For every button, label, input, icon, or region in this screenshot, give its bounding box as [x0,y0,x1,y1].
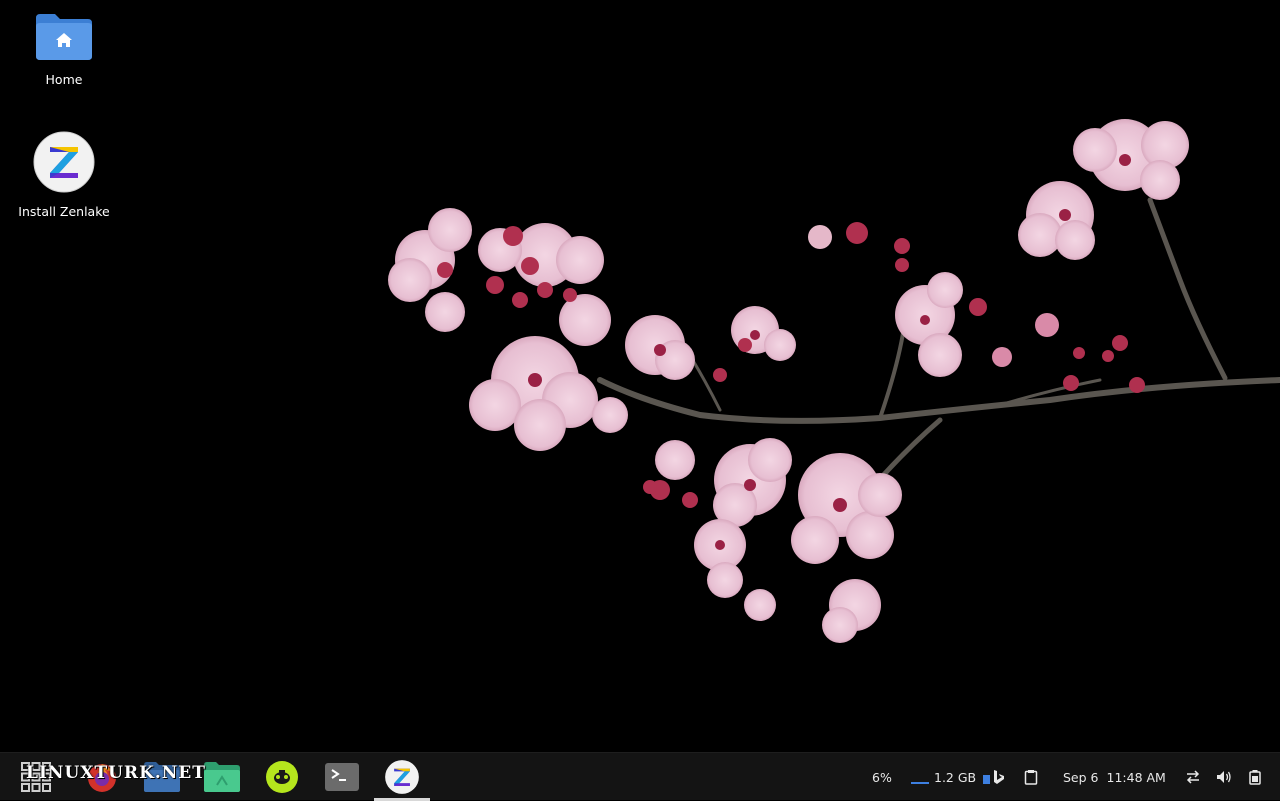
memory-usage-indicator[interactable]: 1.2 GB [910,753,991,801]
terminal-icon [325,763,359,791]
zenlake-logo-icon [385,760,419,794]
battery-icon [1249,770,1261,785]
zenlake-logo-icon [33,131,95,193]
green-folder-icon [204,762,240,792]
network-indicator[interactable] [1185,753,1201,801]
volume-indicator[interactable] [1216,753,1232,801]
memory-bar-icon [983,775,991,784]
clock[interactable]: Sep 6 11:48 AM [1063,753,1166,801]
network-wired-icon [1186,770,1200,784]
folder-icon [144,762,180,792]
app-menu-button[interactable] [8,757,64,797]
cpu-usage-text: 6% [872,769,892,785]
taskbar-firefox-button[interactable] [74,757,130,797]
bing-icon [994,770,1004,784]
clipboard-indicator[interactable] [1024,753,1038,801]
taskbar-zenlake-installer-button[interactable] [374,757,430,801]
cherry-blossom-wallpaper [388,119,1280,643]
app-grid-icon [21,762,51,792]
firefox-icon [88,764,116,792]
desktop-icon-label: Install Zenlake [18,204,110,219]
cpu-usage-indicator[interactable]: 6% [872,753,892,801]
battery-indicator[interactable] [1248,753,1262,801]
desktop-icon-install-zenlake[interactable]: Install Zenlake [9,130,119,219]
home-folder-icon [36,14,92,60]
desktop[interactable]: Home Install Zenlake [0,0,1280,752]
clock-date: Sep 6 [1063,769,1099,785]
taskbar-files-button[interactable] [134,757,190,797]
desktop-icon-label: Home [45,72,83,87]
clipboard-icon [1024,770,1038,785]
taskbar-terminal-button[interactable] [314,757,370,797]
desktop-icon-home[interactable]: Home [9,12,119,87]
clock-time: 11:48 AM [1106,769,1166,785]
taskbar-software-button[interactable] [254,757,310,797]
bing-wallpaper-indicator[interactable] [992,753,1006,801]
software-store-icon [266,761,298,793]
memory-usage-text: 1.2 GB [934,769,977,785]
taskbar: 6% 1.2 GB Sep 6 11:48 AM [0,752,1280,801]
volume-icon [1217,771,1231,783]
memory-graph-icon [911,782,929,784]
taskbar-file-manager-button[interactable] [194,757,250,797]
